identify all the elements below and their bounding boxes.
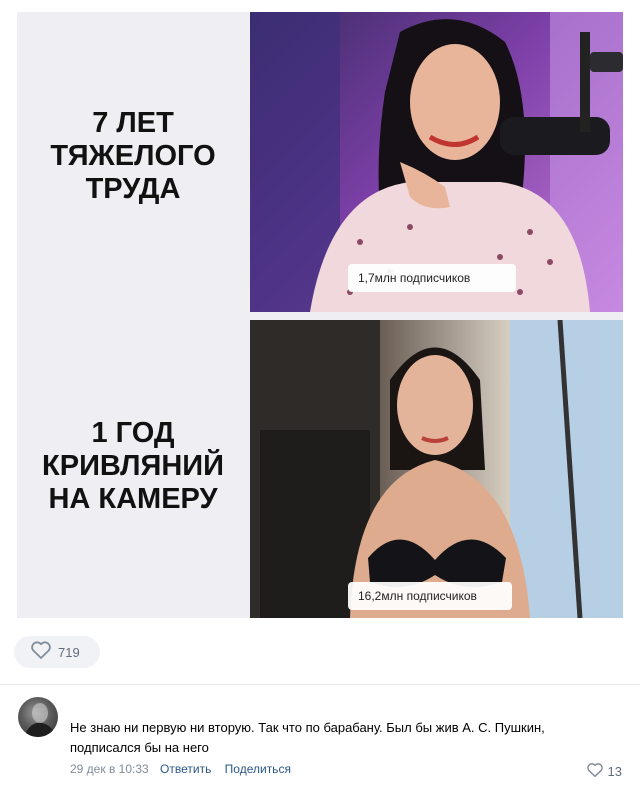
comment-text: Не знаю ни первую ни вторую. Так что по … — [70, 720, 545, 755]
comment-like-button[interactable]: 13 — [586, 762, 622, 781]
avatar[interactable] — [18, 697, 58, 737]
share-link[interactable]: Поделиться — [225, 762, 291, 776]
subscribers-badge-top: 1,7млн подписчиков — [348, 264, 516, 292]
meme-image[interactable]: 7 ЛЕТ ТЯЖЕЛОГО ТРУДА 1 ГОД КРИВЛЯНИЙ НА … — [17, 12, 623, 618]
divider — [0, 684, 640, 685]
meme-caption-top: 7 ЛЕТ ТЯЖЕЛОГО ТРУДА — [50, 107, 216, 205]
comment-date: 29 дек в 10:33 — [70, 762, 149, 776]
comment-meta: 29 дек в 10:33 Ответить Поделиться — [70, 762, 291, 776]
heart-outline-icon — [586, 762, 604, 781]
heart-outline-icon — [30, 640, 52, 665]
photo-streamer: 1,7млн подписчиков — [250, 12, 623, 312]
photo-model: 16,2млн подписчиков — [250, 320, 623, 618]
post-like-count: 719 — [58, 644, 80, 660]
reply-link[interactable]: Ответить — [160, 762, 211, 776]
comment-like-count: 13 — [607, 764, 622, 779]
subscribers-badge-bottom: 16,2млн подписчиков — [348, 582, 512, 610]
post-like-button[interactable]: 719 — [14, 636, 100, 668]
meme-caption-bottom: 1 ГОД КРИВЛЯНИЙ НА КАМЕРУ — [42, 417, 224, 515]
